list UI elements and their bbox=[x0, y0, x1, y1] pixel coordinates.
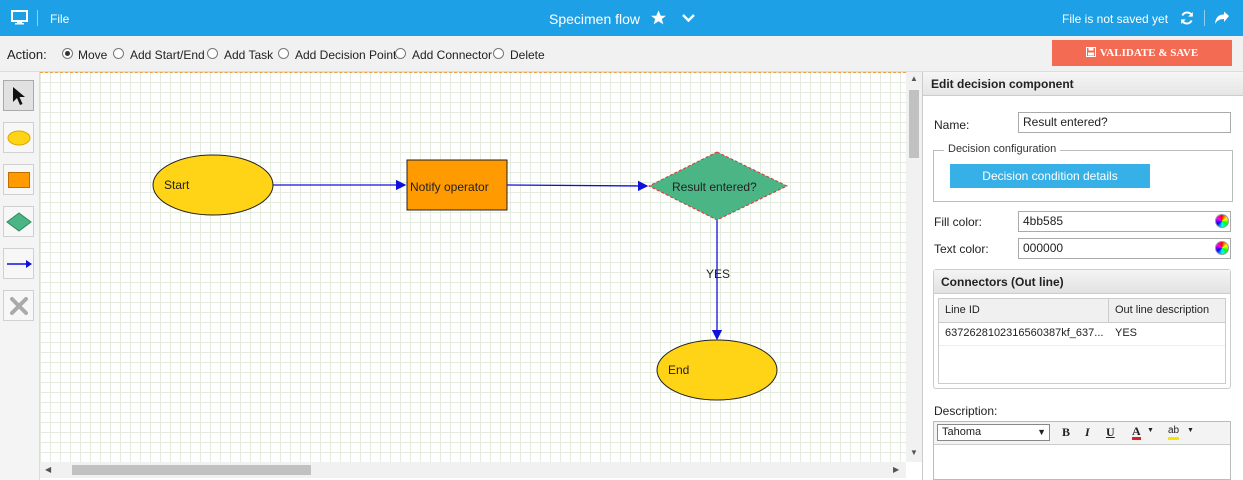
monitor-icon[interactable] bbox=[11, 10, 28, 28]
tool-connector[interactable] bbox=[3, 248, 34, 279]
diagram-canvas[interactable]: Start Notify operator Result entered? En… bbox=[40, 72, 906, 462]
tool-rectangle[interactable] bbox=[3, 164, 34, 195]
decision-configuration-group: Decision configuration Decision conditio… bbox=[933, 143, 1233, 202]
tool-pointer[interactable] bbox=[3, 80, 34, 111]
action-label: Action: bbox=[7, 47, 47, 62]
shape-toolbar bbox=[0, 72, 40, 480]
italic-icon[interactable]: I bbox=[1085, 425, 1090, 440]
dropdown-arrow-icon: ▼ bbox=[1037, 427, 1046, 437]
chevron-down-icon[interactable] bbox=[682, 12, 695, 27]
radio-add-start-end[interactable] bbox=[113, 48, 124, 59]
fill-color-input[interactable]: 4bb585 bbox=[1018, 211, 1231, 232]
scroll-right-icon[interactable]: ▶ bbox=[893, 465, 899, 474]
star-icon[interactable] bbox=[649, 9, 668, 30]
share-icon[interactable] bbox=[1214, 11, 1230, 28]
text-color-input[interactable]: 000000 bbox=[1018, 238, 1231, 259]
action-bar: Action: Move Add Start/End Add Task Add … bbox=[0, 36, 1243, 72]
divider bbox=[1204, 10, 1205, 26]
task-node-label: Notify operator bbox=[410, 180, 489, 194]
save-icon bbox=[1085, 41, 1096, 67]
font-select[interactable]: Tahoma ▼ bbox=[937, 424, 1050, 441]
font-select-value: Tahoma bbox=[942, 426, 982, 438]
font-color-dropdown-icon[interactable]: ▼ bbox=[1147, 427, 1154, 434]
validate-save-button[interactable]: VALIDATE & SAVE bbox=[1052, 40, 1232, 66]
connectors-panel: Connectors (Out line) Line ID Out line d… bbox=[933, 269, 1231, 389]
column-header-description[interactable]: Out line description bbox=[1115, 304, 1209, 316]
fill-color-picker-icon[interactable] bbox=[1215, 214, 1229, 228]
radio-label-add-start-end[interactable]: Add Start/End bbox=[130, 48, 205, 62]
radio-add-decision-point[interactable] bbox=[278, 48, 289, 59]
radio-add-connector[interactable] bbox=[395, 48, 406, 59]
column-header-line-id[interactable]: Line ID bbox=[945, 304, 980, 316]
column-divider bbox=[1108, 299, 1109, 322]
radio-label-move[interactable]: Move bbox=[78, 48, 107, 62]
connector-task-decision[interactable] bbox=[506, 180, 649, 192]
horizontal-scrollbar[interactable]: ◀ ▶ bbox=[40, 462, 906, 478]
tool-delete[interactable] bbox=[3, 290, 34, 321]
refresh-icon[interactable] bbox=[1180, 11, 1194, 28]
highlight-color-icon[interactable]: ab bbox=[1168, 425, 1180, 440]
connectors-table-header: Line ID Out line description bbox=[939, 299, 1225, 323]
file-menu[interactable]: File bbox=[50, 12, 69, 26]
tool-diamond[interactable] bbox=[3, 206, 34, 237]
rectangle-icon bbox=[8, 172, 30, 191]
delete-icon bbox=[9, 296, 29, 319]
connector-label-yes: YES bbox=[706, 267, 731, 281]
page-title: Specimen flow bbox=[549, 11, 641, 27]
decision-condition-button[interactable]: Decision condition details bbox=[950, 164, 1150, 188]
vertical-scrollbar[interactable]: ▲ ▼ bbox=[906, 72, 922, 462]
top-bar: File Specimen flow File is not saved yet bbox=[0, 0, 1243, 36]
pointer-icon bbox=[12, 86, 26, 109]
highlight-dropdown-icon[interactable]: ▼ bbox=[1187, 427, 1194, 434]
properties-panel: Edit decision component Name: Result ent… bbox=[922, 72, 1243, 480]
underline-icon[interactable]: U bbox=[1106, 425, 1115, 440]
save-status: File is not saved yet bbox=[1062, 12, 1169, 26]
bold-icon[interactable]: B bbox=[1062, 425, 1070, 440]
radio-delete[interactable] bbox=[493, 48, 504, 59]
horizontal-scroll-thumb[interactable] bbox=[72, 465, 311, 475]
decision-configuration-legend: Decision configuration bbox=[944, 143, 1061, 155]
start-node-label: Start bbox=[164, 178, 190, 192]
validate-save-label: VALIDATE & SAVE bbox=[1099, 47, 1199, 59]
vertical-scroll-thumb[interactable] bbox=[909, 90, 919, 158]
description-editor[interactable]: Tahoma ▼ B I U A ▼ ab ▼ bbox=[933, 421, 1231, 480]
name-input[interactable]: Result entered? bbox=[1018, 112, 1231, 133]
scroll-down-icon[interactable]: ▼ bbox=[910, 448, 918, 457]
description-cell: YES bbox=[1115, 327, 1138, 339]
radio-label-add-task[interactable]: Add Task bbox=[224, 48, 273, 62]
panel-title: Edit decision component bbox=[923, 72, 1243, 96]
radio-move[interactable] bbox=[62, 48, 73, 59]
decision-node-label: Result entered? bbox=[672, 180, 757, 194]
connectors-table: Line ID Out line description 63726281023… bbox=[938, 298, 1226, 384]
radio-label-delete[interactable]: Delete bbox=[510, 48, 545, 62]
end-node-label: End bbox=[668, 363, 690, 377]
radio-label-add-connector[interactable]: Add Connector bbox=[412, 48, 492, 62]
tool-ellipse[interactable] bbox=[3, 122, 34, 153]
divider bbox=[37, 10, 38, 26]
scroll-left-icon[interactable]: ◀ bbox=[45, 465, 51, 474]
table-row[interactable]: 6372628102316560387kf_637... YES bbox=[939, 322, 1225, 346]
diamond-icon bbox=[6, 212, 32, 235]
description-label: Description: bbox=[934, 404, 998, 418]
line-id-cell: 6372628102316560387kf_637... bbox=[945, 327, 1104, 339]
name-label: Name: bbox=[934, 118, 970, 132]
arrow-icon bbox=[6, 258, 32, 273]
ellipse-icon bbox=[7, 130, 31, 149]
font-color-icon[interactable]: A bbox=[1132, 425, 1141, 440]
text-color-label: Text color: bbox=[934, 242, 989, 256]
fill-color-label: Fill color: bbox=[934, 215, 983, 229]
scroll-up-icon[interactable]: ▲ bbox=[910, 74, 918, 83]
radio-add-task[interactable] bbox=[207, 48, 218, 59]
editor-toolbar: Tahoma ▼ B I U A ▼ ab ▼ bbox=[934, 422, 1230, 445]
radio-label-add-decision-point[interactable]: Add Decision Point bbox=[295, 48, 396, 62]
connectors-title: Connectors (Out line) bbox=[934, 270, 1230, 294]
text-color-picker-icon[interactable] bbox=[1215, 241, 1229, 255]
